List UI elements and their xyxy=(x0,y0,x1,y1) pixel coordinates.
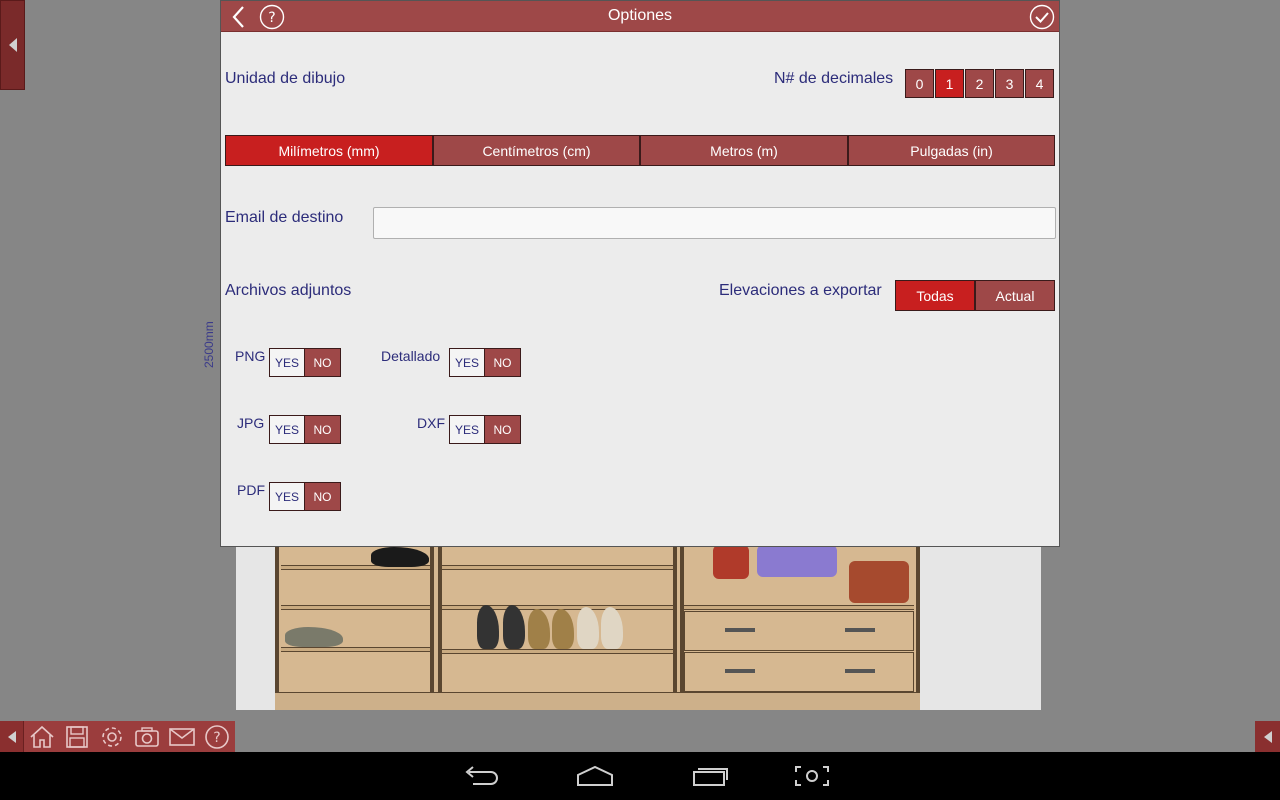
shoe-image xyxy=(552,609,574,649)
email-label: Email de destino xyxy=(225,209,344,226)
system-navigation-bar xyxy=(0,752,1280,800)
home-icon xyxy=(577,765,613,786)
dxf-label: DXF xyxy=(417,415,445,431)
png-yes-button[interactable]: YES xyxy=(269,348,305,377)
detallado-label: Detallado xyxy=(381,348,441,364)
png-toggle: YES NO xyxy=(269,348,341,377)
email-field[interactable] xyxy=(373,207,1056,239)
closet-shelf xyxy=(281,605,430,610)
garment-image xyxy=(757,545,837,577)
closet-shelf xyxy=(442,565,673,570)
chevron-left-icon xyxy=(8,38,17,52)
home-nav-button[interactable] xyxy=(576,764,614,788)
pdf-no-button[interactable]: NO xyxy=(305,482,341,511)
closet-drawing xyxy=(275,545,920,710)
check-icon xyxy=(1029,4,1055,29)
recents-icon xyxy=(693,768,728,786)
dxf-no-button[interactable]: NO xyxy=(485,415,521,444)
save-button[interactable] xyxy=(59,721,94,752)
unit-option-cm[interactable]: Centímetros (cm) xyxy=(433,135,640,166)
back-icon xyxy=(465,766,498,785)
detallado-no-button[interactable]: NO xyxy=(485,348,521,377)
home-icon xyxy=(29,725,54,748)
gear-icon xyxy=(101,726,122,747)
toolbar-collapse-button[interactable] xyxy=(0,721,24,752)
detallado-toggle: YES NO xyxy=(449,348,521,377)
shoe-image xyxy=(601,607,623,649)
jpg-label: JPG xyxy=(237,415,265,431)
detallado-yes-button[interactable]: YES xyxy=(449,348,485,377)
save-icon xyxy=(65,725,88,748)
mail-icon xyxy=(168,727,195,746)
unit-option-mm[interactable]: Milímetros (mm) xyxy=(225,135,433,166)
decimals-option-0[interactable]: 0 xyxy=(905,69,934,98)
closet-shelf xyxy=(281,647,430,652)
dimension-label: 2500mm xyxy=(202,321,216,368)
shoe-image xyxy=(477,605,499,649)
dxf-yes-button[interactable]: YES xyxy=(449,415,485,444)
closet-drawer xyxy=(684,611,914,651)
elevations-label: Elevaciones a exportar xyxy=(719,282,882,299)
settings-button[interactable] xyxy=(94,721,129,752)
help-icon: ? xyxy=(204,724,229,749)
closet-drawer xyxy=(684,652,914,692)
dxf-toggle: YES NO xyxy=(449,415,521,444)
shoe-image xyxy=(285,627,343,647)
decimals-option-3[interactable]: 3 xyxy=(995,69,1024,98)
chevron-left-icon xyxy=(7,730,16,743)
chevron-left-icon xyxy=(1263,730,1272,743)
camera-icon xyxy=(134,726,159,747)
recents-nav-button[interactable] xyxy=(692,764,730,788)
elevation-option-current[interactable]: Actual xyxy=(975,280,1055,311)
pdf-label: PDF xyxy=(237,482,265,498)
handbag-image xyxy=(849,561,909,603)
email-button[interactable] xyxy=(164,721,199,752)
closet-wall xyxy=(430,545,434,692)
unit-option-in[interactable]: Pulgadas (in) xyxy=(848,135,1055,166)
jpg-no-button[interactable]: NO xyxy=(305,415,341,444)
options-dialog: ? Optiones Unidad de dibujo N# de decima… xyxy=(220,0,1060,547)
attachments-label: Archivos adjuntos xyxy=(225,282,352,299)
closet-shelf xyxy=(684,605,914,610)
home-button[interactable] xyxy=(24,721,59,752)
right-panel-toggle[interactable] xyxy=(1255,721,1280,752)
closet-wall xyxy=(275,545,279,692)
dialog-title: Optiones xyxy=(607,7,673,24)
shoe-image xyxy=(528,609,550,649)
pdf-toggle: YES NO xyxy=(269,482,341,511)
pdf-yes-button[interactable]: YES xyxy=(269,482,305,511)
shoe-image xyxy=(503,605,525,649)
closet-wall xyxy=(916,545,920,692)
decimals-label: N# de decimales xyxy=(774,70,894,87)
screenshot-icon xyxy=(795,766,829,786)
side-panel-toggle[interactable] xyxy=(0,0,25,90)
garment-image xyxy=(713,545,749,579)
shoe-image xyxy=(577,607,599,649)
elevation-option-all[interactable]: Todas xyxy=(895,280,975,311)
svg-text:?: ? xyxy=(213,730,220,746)
confirm-button[interactable] xyxy=(1029,4,1055,29)
closet-shelf xyxy=(442,649,673,654)
png-no-button[interactable]: NO xyxy=(305,348,341,377)
dialog-titlebar: ? Optiones xyxy=(221,1,1059,32)
closet-base xyxy=(275,692,920,710)
jpg-yes-button[interactable]: YES xyxy=(269,415,305,444)
screenshot-nav-button[interactable] xyxy=(794,764,830,788)
jpg-toggle: YES NO xyxy=(269,415,341,444)
bottom-toolbar: ? xyxy=(0,721,235,752)
decimals-option-1[interactable]: 1 xyxy=(935,69,964,98)
decimals-option-2[interactable]: 2 xyxy=(965,69,994,98)
drawing-unit-label: Unidad de dibujo xyxy=(225,70,346,87)
png-label: PNG xyxy=(235,348,266,364)
unit-option-m[interactable]: Metros (m) xyxy=(640,135,848,166)
camera-button[interactable] xyxy=(129,721,164,752)
back-nav-button[interactable] xyxy=(462,764,500,788)
help-button[interactable]: ? xyxy=(199,721,234,752)
decimals-option-4[interactable]: 4 xyxy=(1025,69,1054,98)
shoe-image xyxy=(371,547,429,567)
closet-wall xyxy=(673,545,677,692)
